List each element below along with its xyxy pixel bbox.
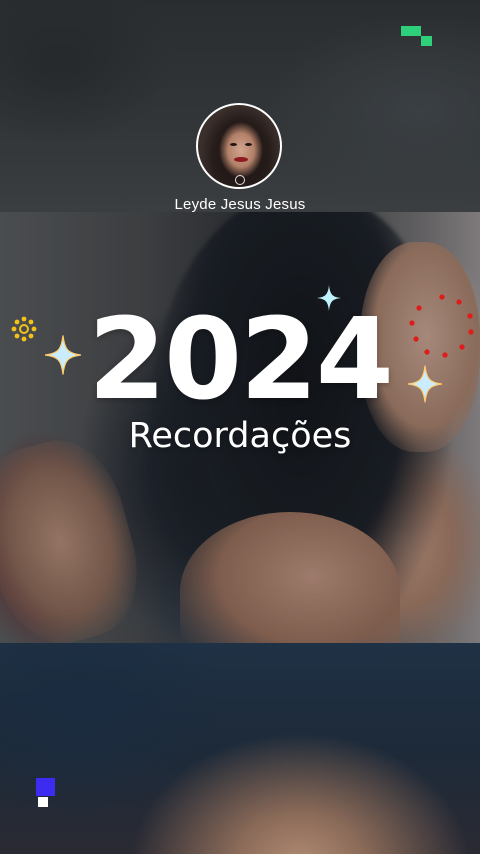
avatar-necklace [235, 175, 245, 185]
logo-block [36, 778, 55, 796]
avatar-eye [230, 143, 237, 146]
green-block-logo-icon [401, 26, 435, 50]
logo-block [421, 36, 432, 46]
memories-story-screen: Leyde Jesus Jesus 2024 Recordações [0, 0, 480, 854]
memories-subtitle: Recordações [128, 416, 352, 456]
avatar-lips [234, 157, 248, 162]
logo-block [38, 797, 48, 807]
avatar-eye [245, 143, 252, 146]
blurred-backdrop-bottom [0, 643, 480, 854]
logo-block [401, 26, 421, 36]
year-title: 2024 [88, 295, 394, 425]
blue-white-block-logo-icon [36, 778, 56, 808]
profile-avatar[interactable] [196, 103, 282, 189]
profile-name[interactable]: Leyde Jesus Jesus [0, 196, 480, 213]
